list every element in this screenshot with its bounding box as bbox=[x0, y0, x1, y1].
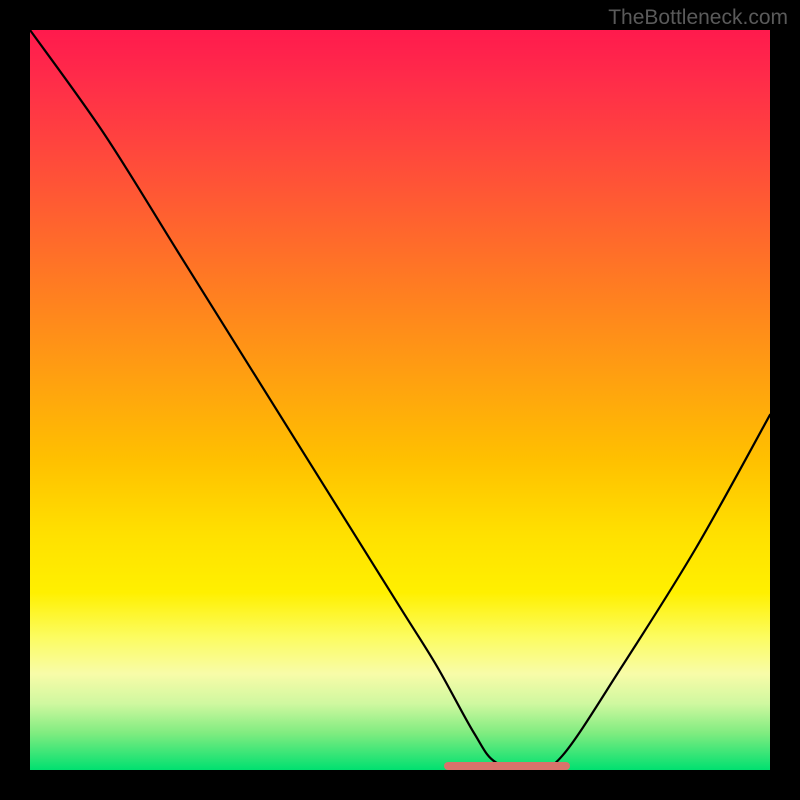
curve-svg bbox=[30, 30, 770, 770]
plot-area bbox=[30, 30, 770, 770]
watermark-text: TheBottleneck.com bbox=[608, 6, 788, 30]
bottleneck-curve bbox=[30, 30, 770, 770]
optimal-range-marker bbox=[444, 762, 570, 770]
